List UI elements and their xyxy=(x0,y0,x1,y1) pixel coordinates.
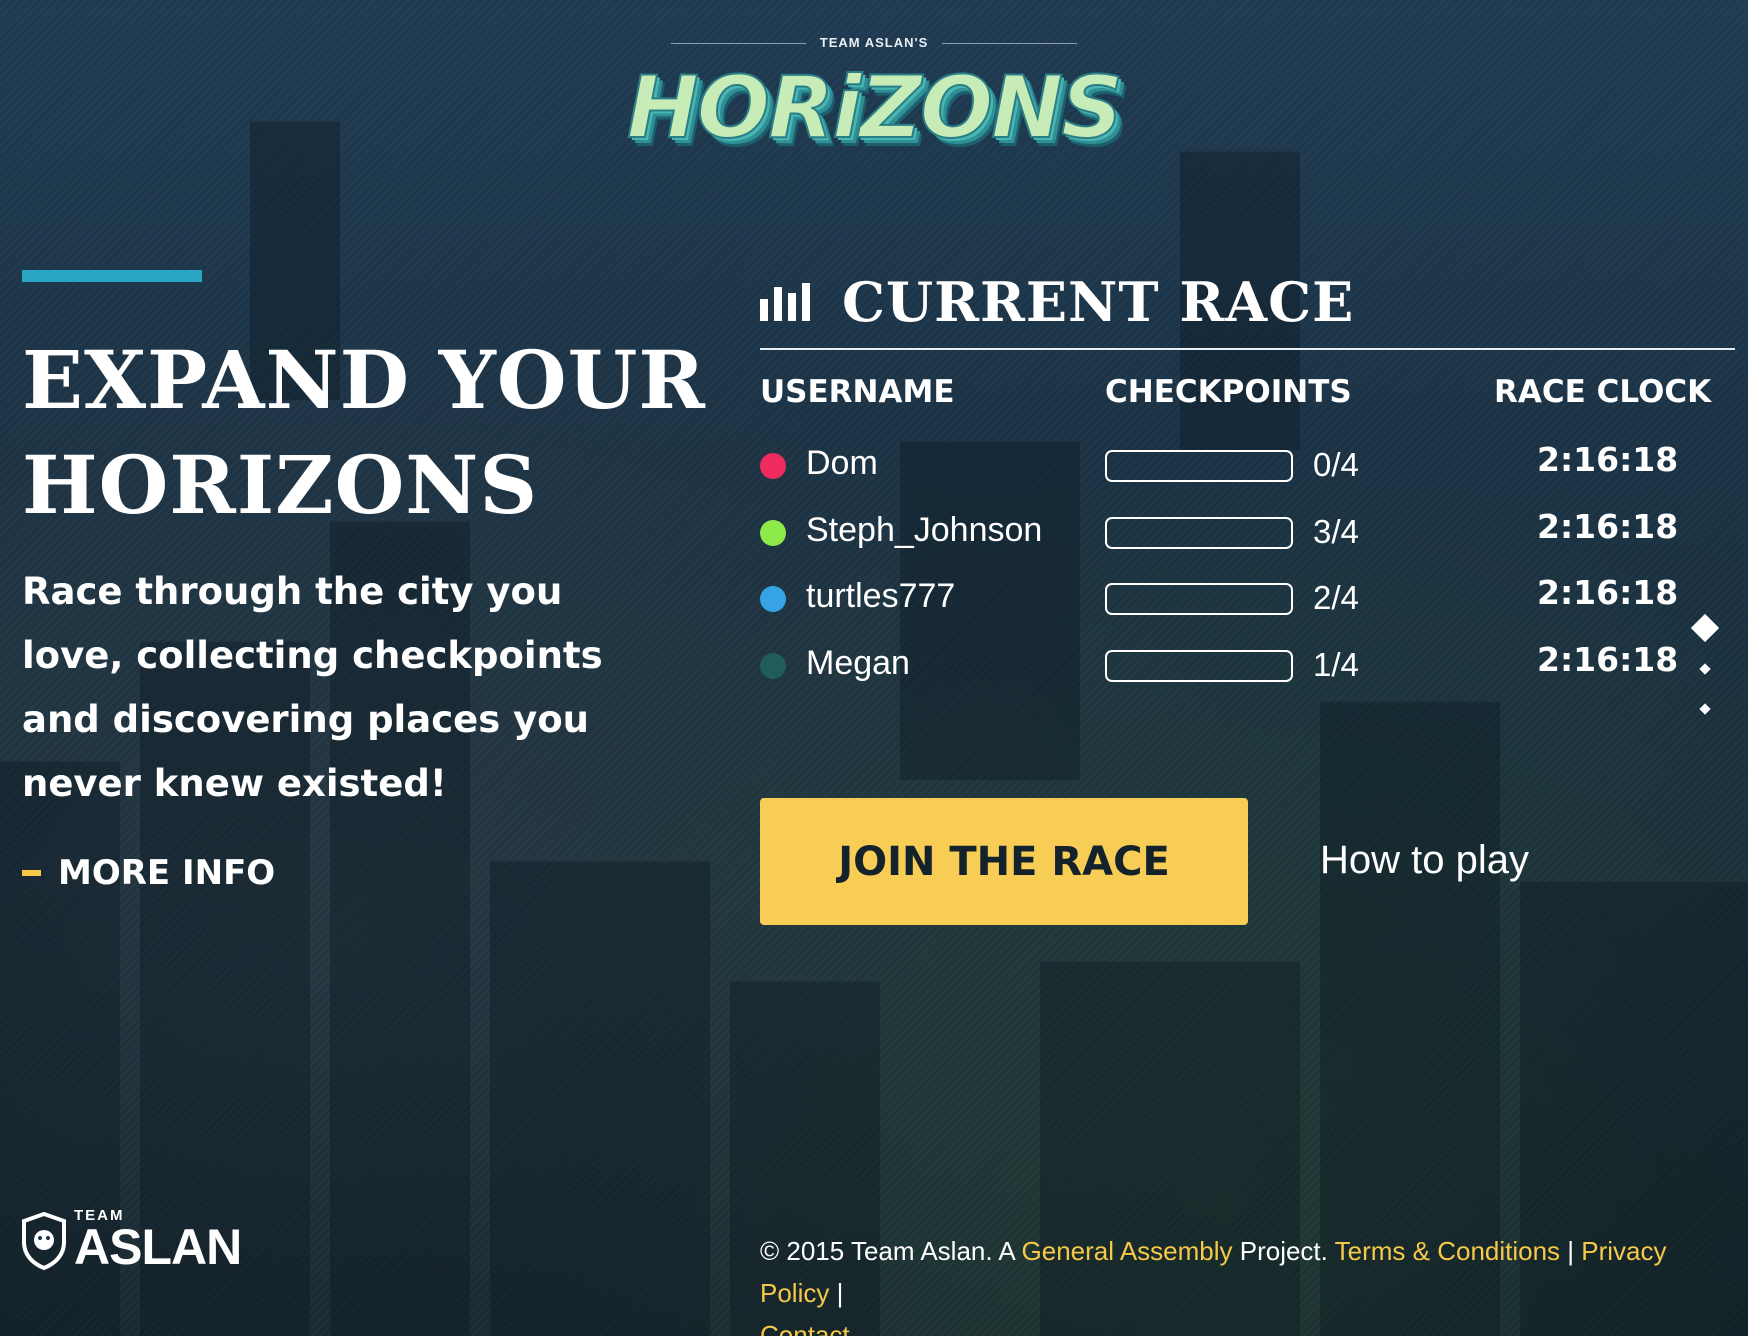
more-info-link[interactable]: MORE INFO xyxy=(22,853,275,893)
hero-title: EXPAND YOUR HORIZONS xyxy=(22,328,722,538)
footer-separator: | xyxy=(1560,1236,1582,1266)
checkpoint-progress-bar xyxy=(1105,517,1293,549)
racer-color-dot xyxy=(760,453,786,479)
checkpoint-count: 1/4 xyxy=(1313,646,1359,683)
lion-shield-icon xyxy=(22,1212,66,1270)
racer-username: Megan xyxy=(806,644,910,682)
racer-row[interactable]: turtles777 2/4 2:16:18 xyxy=(760,573,1710,623)
column-race-clock: RACE CLOCK xyxy=(1494,374,1712,410)
hero-title-line1: EXPAND YOUR xyxy=(22,333,706,427)
racer-color-dot xyxy=(760,520,786,546)
bar-chart-icon xyxy=(760,283,810,321)
dash-icon xyxy=(22,870,41,876)
race-clock-value: 2:16:18 xyxy=(1537,573,1679,612)
checkpoint-count: 0/4 xyxy=(1313,446,1359,483)
footer-project-text: Project. xyxy=(1232,1236,1335,1266)
column-checkpoints: CHECKPOINTS xyxy=(1105,374,1352,410)
team-aslan-logo[interactable]: TEAM ASLAN xyxy=(22,1208,242,1275)
racer-row[interactable]: Steph_Johnson 3/4 2:16:18 xyxy=(760,507,1710,557)
racer-color-dot xyxy=(760,586,786,612)
pager-dot[interactable] xyxy=(1699,703,1711,715)
racer-row[interactable]: Megan 1/4 2:16:18 xyxy=(760,640,1710,690)
horizons-logo-text: HORiZONS xyxy=(626,57,1124,159)
how-to-play-link[interactable]: How to play xyxy=(1320,838,1529,883)
racer-username: Dom xyxy=(806,444,878,482)
race-clock-value: 2:16:18 xyxy=(1537,640,1679,679)
racer-username: turtles777 xyxy=(806,577,956,615)
hero-title-line2: HORIZONS xyxy=(22,438,539,532)
more-info-label: MORE INFO xyxy=(58,853,276,893)
race-header: CURRENT RACE xyxy=(760,270,1354,334)
brand-top-label: TEAM ASLAN'S xyxy=(671,35,1077,50)
race-divider xyxy=(760,348,1735,350)
hero-description: Race through the city you love, collecti… xyxy=(22,570,603,805)
footer-separator: | xyxy=(829,1278,844,1308)
join-race-button[interactable]: JOIN THE RACE xyxy=(760,798,1248,925)
checkpoint-progress-bar xyxy=(1105,583,1293,615)
racer-row[interactable]: Dom 0/4 2:16:18 xyxy=(760,440,1710,490)
aslan-label: ASLAN xyxy=(74,1219,242,1275)
checkpoint-progress-bar xyxy=(1105,650,1293,682)
terms-link[interactable]: Terms & Conditions xyxy=(1335,1236,1560,1266)
hero-accent-bar xyxy=(22,270,202,282)
race-title: CURRENT RACE xyxy=(842,270,1355,334)
checkpoint-count: 2/4 xyxy=(1313,579,1359,616)
racer-username: Steph_Johnson xyxy=(806,511,1043,549)
contact-link[interactable]: Contact xyxy=(760,1320,850,1336)
checkpoint-progress-bar xyxy=(1105,450,1293,482)
footer-copyright: © 2015 Team Aslan. A xyxy=(760,1236,1022,1266)
general-assembly-link[interactable]: General Assembly xyxy=(1022,1236,1233,1266)
site-logo[interactable]: TEAM ASLAN'S HORiZONS xyxy=(0,34,1748,159)
checkpoint-count: 3/4 xyxy=(1313,513,1359,550)
race-clock-value: 2:16:18 xyxy=(1537,507,1679,546)
footer: © 2015 Team Aslan. A General Assembly Pr… xyxy=(760,1230,1735,1336)
race-clock-value: 2:16:18 xyxy=(1537,440,1679,479)
racer-color-dot xyxy=(760,653,786,679)
column-username: USERNAME xyxy=(760,374,955,410)
